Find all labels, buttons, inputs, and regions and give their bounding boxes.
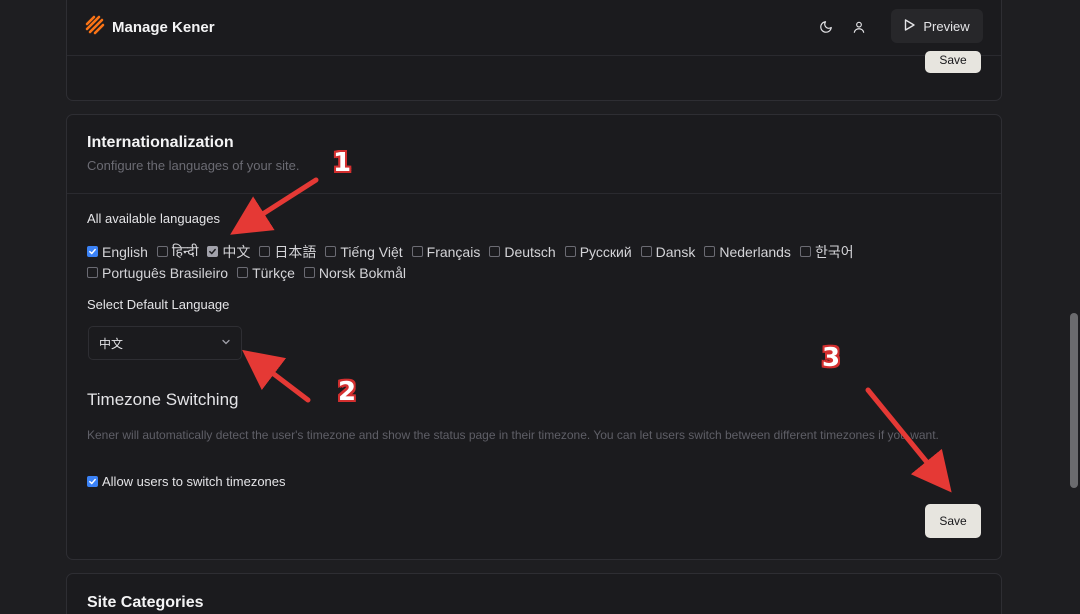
checkbox-checked-icon[interactable]: [207, 246, 219, 257]
brand-name: Manage Kener: [112, 19, 215, 36]
section-title: Internationalization: [87, 134, 234, 151]
language-option[interactable]: Norsk Bokmål: [303, 264, 406, 281]
language-checkbox-list: English हिन्दी 中文 日本語 Tiếng Việt Français Deut…: [87, 241, 967, 283]
checkbox-icon[interactable]: [156, 246, 168, 257]
language-option[interactable]: 中文: [207, 242, 250, 262]
save-button-top[interactable]: Save: [925, 51, 981, 73]
language-label: Português Brasileiro: [102, 264, 229, 281]
language-label: Русский: [579, 243, 632, 260]
default-language-select[interactable]: 中文: [88, 326, 242, 360]
timezone-title: Timezone Switching: [87, 390, 239, 409]
site-categories-card: Site Categories: [66, 573, 1002, 614]
checkbox-icon[interactable]: [325, 246, 337, 257]
preview-label: Preview: [923, 18, 970, 34]
language-label: Norsk Bokmål: [318, 264, 406, 281]
checkbox-icon[interactable]: [237, 267, 249, 278]
site-categories-title: Site Categories: [87, 594, 204, 611]
language-option[interactable]: English: [87, 244, 148, 260]
language-label: Nederlands: [719, 243, 791, 260]
language-label: Tiếng Việt: [340, 243, 403, 260]
language-option[interactable]: Türkçe: [237, 265, 295, 281]
moon-icon: [819, 20, 833, 39]
timezone-toggle-label: Allow users to switch timezones: [102, 474, 286, 489]
preview-button[interactable]: Preview: [891, 9, 983, 43]
checkbox-icon[interactable]: [87, 267, 98, 278]
checkbox-checked-icon[interactable]: [87, 476, 98, 487]
annotation-number-2: 2: [338, 377, 357, 407]
language-label: 日本語: [274, 243, 317, 260]
select-value: 中文: [99, 336, 124, 351]
checkbox-icon[interactable]: [259, 246, 271, 257]
kener-logo-icon: [85, 15, 105, 40]
language-label: Türkçe: [252, 264, 295, 281]
annotation-number-3: 3: [822, 343, 841, 373]
theme-toggle-button[interactable]: [813, 16, 839, 42]
language-option[interactable]: Nederlands: [704, 244, 791, 260]
available-languages-label: All available languages: [87, 211, 220, 226]
checkbox-icon[interactable]: [411, 246, 423, 257]
checkbox-checked-icon[interactable]: [87, 246, 98, 257]
language-option[interactable]: Tiếng Việt: [325, 243, 403, 260]
checkbox-icon[interactable]: [704, 246, 716, 257]
user-icon: [852, 20, 866, 39]
checkbox-icon[interactable]: [489, 246, 501, 257]
language-label: Dansk: [655, 243, 696, 260]
language-label: English: [102, 243, 148, 260]
language-option[interactable]: Français: [411, 243, 481, 260]
annotation-number-1: 1: [333, 148, 352, 178]
divider: [67, 193, 1001, 194]
brand[interactable]: Manage Kener: [85, 15, 215, 40]
language-option[interactable]: हिन्दी: [156, 242, 199, 261]
default-language-label: Select Default Language: [87, 297, 230, 312]
language-label: Deutsch: [504, 243, 556, 260]
scrollbar-thumb[interactable]: [1070, 313, 1078, 488]
language-row: English हिन्दी 中文 日本語 Tiếng Việt Français Deut…: [87, 241, 967, 262]
language-label: Français: [426, 243, 481, 260]
language-option[interactable]: Dansk: [640, 243, 696, 260]
language-option[interactable]: 한국어: [799, 242, 854, 262]
save-button[interactable]: Save: [925, 504, 981, 538]
language-option[interactable]: Русский: [564, 243, 632, 260]
scrollbar[interactable]: [1068, 0, 1080, 614]
user-button[interactable]: [846, 16, 872, 42]
chevron-down-icon: [221, 336, 231, 350]
checkbox-icon[interactable]: [640, 246, 652, 257]
language-row: Português Brasileiro Türkçe Norsk Bokmål: [87, 262, 967, 283]
timezone-toggle[interactable]: Allow users to switch timezones: [87, 474, 286, 489]
language-option[interactable]: Deutsch: [489, 243, 556, 260]
language-option[interactable]: 日本語: [259, 242, 316, 262]
language-label: 한국어: [814, 243, 854, 260]
internationalization-card: Internationalization Configure the langu…: [66, 114, 1002, 560]
language-option[interactable]: Português Brasileiro: [87, 265, 228, 281]
timezone-description: Kener will automatically detect the user…: [87, 428, 939, 442]
checkbox-icon[interactable]: [799, 246, 811, 257]
section-description: Configure the languages of your site.: [87, 158, 300, 173]
top-navbar: Manage Kener Preview: [67, 1, 1001, 56]
top-card: Manage Kener Preview Save: [66, 0, 1002, 101]
play-icon: [904, 18, 916, 34]
language-label: हिन्दी: [171, 243, 199, 259]
checkbox-icon[interactable]: [564, 246, 576, 257]
language-label: 中文: [222, 243, 251, 260]
checkbox-icon[interactable]: [303, 267, 315, 278]
